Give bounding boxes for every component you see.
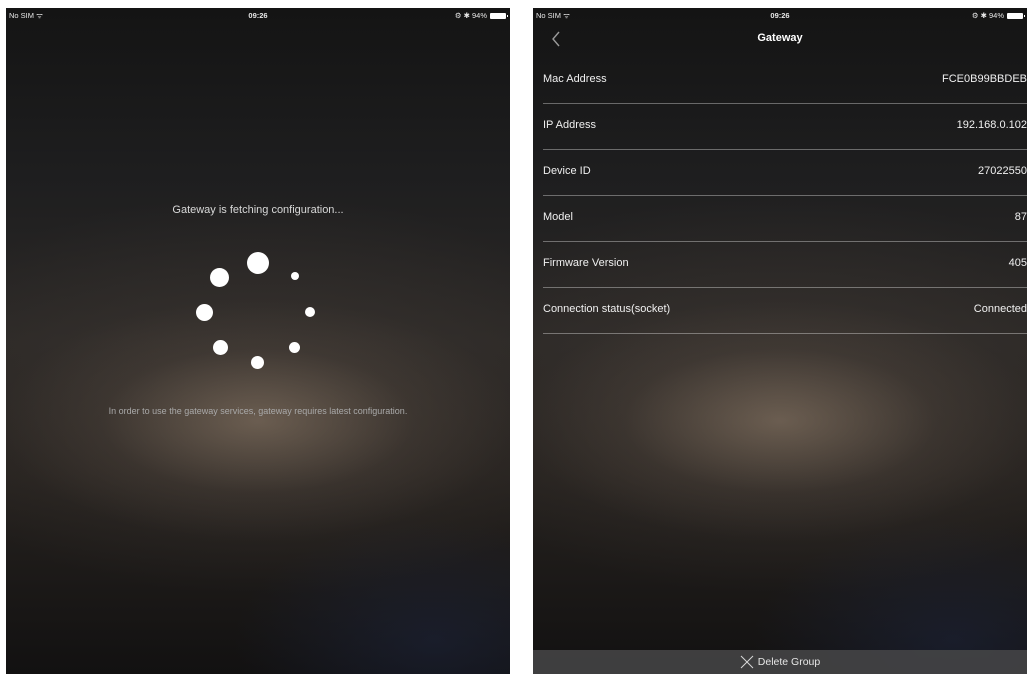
gateway-info-list: Mac Address FCE0B99BBDEB IP Address 192.… — [543, 58, 1027, 334]
row-value: 192.168.0.102 — [956, 119, 1027, 131]
spinner-dot — [289, 342, 300, 353]
row-value: 87 — [1014, 211, 1027, 223]
battery-status: ⚙ ✱ 94% — [971, 11, 1025, 20]
row-value: Connected — [973, 303, 1027, 315]
gateway-details-screen: No SIM ᯤ 09:26 ⚙ ✱ 94% Gateway Mac Addre… — [533, 8, 1027, 674]
status-time: 09:26 — [770, 11, 790, 20]
row-label: IP Address — [543, 119, 596, 131]
spinner-dot — [247, 252, 269, 274]
close-icon — [740, 655, 754, 669]
list-item: Device ID 27022550 — [543, 150, 1027, 196]
list-item: IP Address 192.168.0.102 — [543, 104, 1027, 150]
row-value: FCE0B99BBDEB — [942, 73, 1027, 85]
row-label: Mac Address — [543, 73, 607, 85]
delete-group-label: Delete Group — [757, 656, 821, 668]
fetching-description: In order to use the gateway services, ga… — [108, 406, 408, 416]
row-value: 405 — [1008, 257, 1027, 269]
row-label: Device ID — [543, 165, 591, 177]
row-label: Firmware Version — [543, 257, 629, 269]
spinner-dot — [291, 272, 299, 280]
spinner-dot — [251, 356, 264, 369]
battery-icon — [1007, 12, 1025, 19]
list-item: Connection status(socket) Connected — [543, 288, 1027, 334]
page-title: Gateway — [757, 32, 803, 44]
row-label: Model — [543, 211, 573, 223]
row-label: Connection status(socket) — [543, 303, 671, 315]
spinner-dot — [305, 307, 315, 317]
list-item: Firmware Version 405 — [543, 242, 1027, 288]
fetching-screen: No SIM ᯤ 09:26 ⚙ ✱ 94% Gateway is fetchi… — [6, 8, 510, 674]
list-item: Model 87 — [543, 196, 1027, 242]
row-value: 27022550 — [978, 165, 1027, 177]
loading-spinner-icon — [6, 8, 510, 428]
status-bar: No SIM ᯤ 09:26 ⚙ ✱ 94% — [533, 8, 1027, 24]
spinner-dot — [196, 304, 213, 321]
delete-group-button[interactable]: Delete Group — [533, 650, 1027, 674]
battery-label: ⚙ ✱ 94% — [971, 11, 1004, 20]
spinner-dot — [213, 340, 228, 355]
spinner-dot — [210, 268, 229, 287]
list-item: Mac Address FCE0B99BBDEB — [543, 58, 1027, 104]
navigation-bar: Gateway — [533, 24, 1027, 54]
